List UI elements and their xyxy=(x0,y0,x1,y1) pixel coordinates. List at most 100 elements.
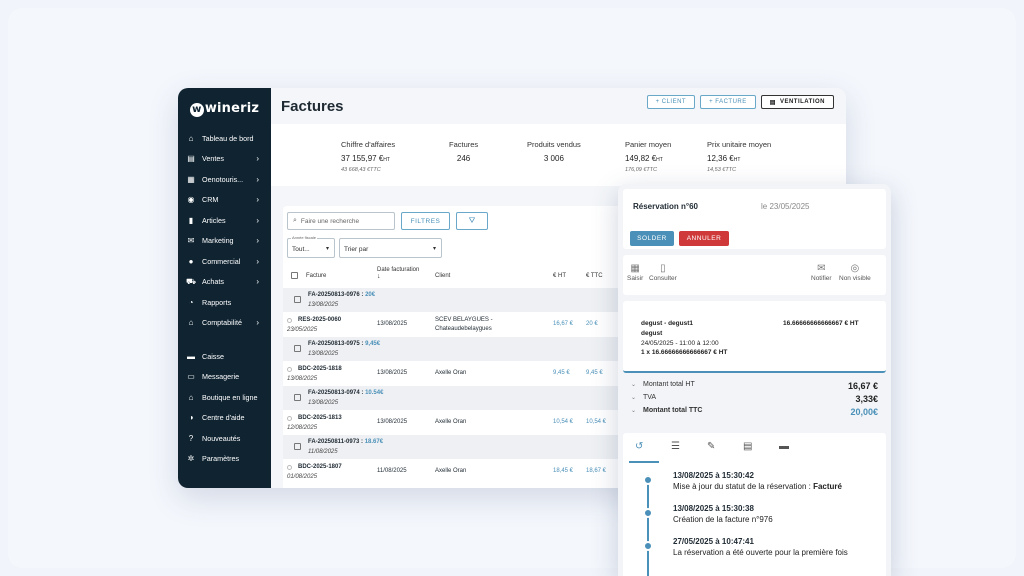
sidebar-item-label: Commercial xyxy=(202,256,241,266)
fiscal-year-value: Tout... xyxy=(292,246,310,253)
gear-icon: ✲ xyxy=(187,454,195,464)
saisir-action[interactable]: ▦ Saisir xyxy=(627,263,643,282)
sidebar-item-items-9[interactable]: ⌂ Comptabilité › xyxy=(178,313,271,334)
reservation-title: Réservation n°60 xyxy=(633,202,699,211)
sidebar-item-items-6[interactable]: ● Commercial › xyxy=(178,251,271,272)
mail-icon: ✉ xyxy=(817,263,826,274)
stat-value: 149,82 €HT xyxy=(625,154,671,163)
sidebar-item-items-7[interactable]: ⛟ Achats › xyxy=(178,272,271,293)
col-date[interactable]: Date facturation ↓ xyxy=(377,267,433,280)
sidebar-item-label: Caisse xyxy=(202,351,224,361)
sidebar-item-items-0[interactable]: ⌂ Tableau de bord xyxy=(178,128,271,149)
row-radio[interactable] xyxy=(287,318,292,323)
sort-select[interactable]: Trier par ▾ xyxy=(339,238,442,258)
sidebar-item-bottom-2[interactable]: ⌂ Boutique en ligne xyxy=(178,387,271,408)
ventilation-button[interactable]: ▤ VENTILATION xyxy=(760,95,834,109)
row-radio[interactable] xyxy=(287,416,292,421)
client-name: Axelle Oran xyxy=(435,419,467,425)
non-visible-label: Non visible xyxy=(839,275,871,282)
event-time: 13/08/2025 à 15:30:38 xyxy=(673,504,754,513)
non-visible-action[interactable]: ◎ Non visible xyxy=(839,263,871,282)
row-radio[interactable] xyxy=(287,465,292,470)
file-search-icon: ▯ xyxy=(660,263,666,274)
filters-button[interactable]: FILTRES xyxy=(401,212,450,230)
mail-icon: ✉ xyxy=(187,236,195,246)
col-ht[interactable]: € HT xyxy=(553,273,566,279)
invoice-group-row[interactable]: FA-20250813-0975 : 9,45€ 13/08/2025 xyxy=(283,337,663,361)
notifier-label: Notifier xyxy=(811,275,832,282)
sidebar-item-items-3[interactable]: ◉ CRM › xyxy=(178,190,271,211)
sidebar-item-bottom-4[interactable]: ? Nouveautés xyxy=(178,428,271,449)
col-facture[interactable]: Facture xyxy=(306,273,326,279)
invoice-ref-number: FA-20250813-0976 xyxy=(308,292,360,298)
consulter-label: Consulter xyxy=(649,275,677,282)
sidebar-item-items-4[interactable]: ▮ Articles › xyxy=(178,210,271,231)
sort-arrow-icon: ↓ xyxy=(377,273,381,280)
client-name-line2: Chateaudebelaygues xyxy=(435,326,492,332)
event-description: Création de la facture n°976 xyxy=(673,515,773,524)
line-qty: 1 x 16.66666666666667 € HT xyxy=(641,349,728,356)
eye-off-icon: ◎ xyxy=(850,263,860,274)
sidebar-item-items-8[interactable]: ◔ Rapports xyxy=(178,292,271,313)
col-ttc[interactable]: € TTC xyxy=(586,273,603,279)
row-checkbox[interactable] xyxy=(294,394,301,401)
table-row[interactable]: BDC-2025-1818 13/08/2025 13/08/2025 Axelle … xyxy=(283,361,663,386)
store-icon: ⌂ xyxy=(188,392,194,402)
sidebar-item-label: Tableau de bord xyxy=(202,133,254,143)
chevron-right-icon: › xyxy=(256,277,259,287)
invoice-group-row[interactable]: FA-20250813-0974 : 10.54€ 13/08/2025 xyxy=(283,386,663,410)
chevron-right-icon: › xyxy=(256,215,259,225)
solder-button[interactable]: SOLDER xyxy=(630,231,674,246)
sidebar-item-bottom-1[interactable]: ▭ Messagerie xyxy=(178,367,271,388)
invoice-ref: FA-20250813-0976 : 20€ xyxy=(308,292,375,298)
line-sub: degust xyxy=(641,330,663,337)
stat-value-number: 3 006 xyxy=(543,154,564,163)
stat-label: Prix unitaire moyen xyxy=(707,140,772,149)
search-input[interactable]: ⌕ Faire une recherche xyxy=(287,212,395,230)
invoice-group-row[interactable]: FA-20250811-0973 : 18.67€ 11/08/2025 xyxy=(283,435,663,459)
fiscal-year-select[interactable]: Année fiscale Tout... ▾ xyxy=(287,235,335,258)
logo[interactable]: w wineriz xyxy=(178,94,271,124)
filter-funnel-button[interactable]: ⛛ xyxy=(456,212,488,230)
table-row[interactable]: BDC-2025-1813 12/08/2025 13/08/2025 Axelle … xyxy=(283,410,663,435)
annuler-button[interactable]: ANNULER xyxy=(679,231,729,246)
notifier-action[interactable]: ✉ Notifier xyxy=(811,263,832,282)
table-row[interactable]: BDC-2025-1807 01/08/2025 11/08/2025 Axelle … xyxy=(283,459,663,484)
sidebar-item-bottom-5[interactable]: ✲ Paramètres xyxy=(178,449,271,470)
add-facture-button[interactable]: + FACTURE xyxy=(700,95,756,109)
chevron-down-icon: ⌄ xyxy=(631,408,637,414)
invoice-ref: FA-20250813-0974 : 10.54€ xyxy=(308,390,383,396)
amount-ht: 18,45 € xyxy=(553,468,574,474)
sidebar-item-items-2[interactable]: ▦ Oenotouris... › xyxy=(178,169,271,190)
stat-2: Produits vendus 3 006 xyxy=(527,140,581,163)
consulter-action[interactable]: ▯ Consulter xyxy=(649,263,677,282)
tab-history[interactable]: ↺ xyxy=(635,441,643,452)
tab-edit[interactable]: ✎ xyxy=(707,441,715,452)
add-client-button[interactable]: + CLIENT xyxy=(646,95,696,109)
invoice-ref-number: FA-20250813-0974 xyxy=(308,390,360,396)
tab-card[interactable]: ▬ xyxy=(779,441,789,452)
amount-ht: 10,54 € xyxy=(553,419,574,425)
table-row[interactable]: RES-2025-0060 23/05/2025 13/08/2025 SCEV BE… xyxy=(283,312,663,337)
sidebar-item-bottom-0[interactable]: ▬ Caisse xyxy=(178,346,271,367)
stat-label: Produits vendus xyxy=(527,140,581,149)
invoice-amount: 10.54€ xyxy=(365,390,384,396)
help-icon: ◑ xyxy=(188,413,194,423)
tab-list[interactable]: ☰ xyxy=(671,441,680,452)
invoice-group-row[interactable]: FA-20250813-0976 : 20€ 13/08/2025 xyxy=(283,288,663,312)
search-icon: ⌕ xyxy=(293,217,297,224)
cash-register-icon: ▬ xyxy=(187,351,195,361)
sidebar-item-bottom-3[interactable]: ◑ Centre d'aide xyxy=(178,408,271,429)
sidebar-item-items-1[interactable]: ▤ Ventes › xyxy=(178,149,271,170)
sidebar-item-items-5[interactable]: ✉ Marketing › xyxy=(178,231,271,252)
col-client[interactable]: Client xyxy=(435,273,450,279)
select-all-checkbox[interactable] xyxy=(291,272,298,279)
row-checkbox[interactable] xyxy=(294,345,301,352)
tab-document[interactable]: ▤ xyxy=(743,441,752,452)
row-checkbox[interactable] xyxy=(294,296,301,303)
active-tab-indicator xyxy=(629,461,659,463)
event-text: Mise à jour du statut de la réservation … xyxy=(673,482,814,491)
row-radio[interactable] xyxy=(287,367,292,372)
row-checkbox[interactable] xyxy=(294,443,301,450)
invoice-ref: FA-20250811-0973 : 18.67€ xyxy=(308,439,383,445)
